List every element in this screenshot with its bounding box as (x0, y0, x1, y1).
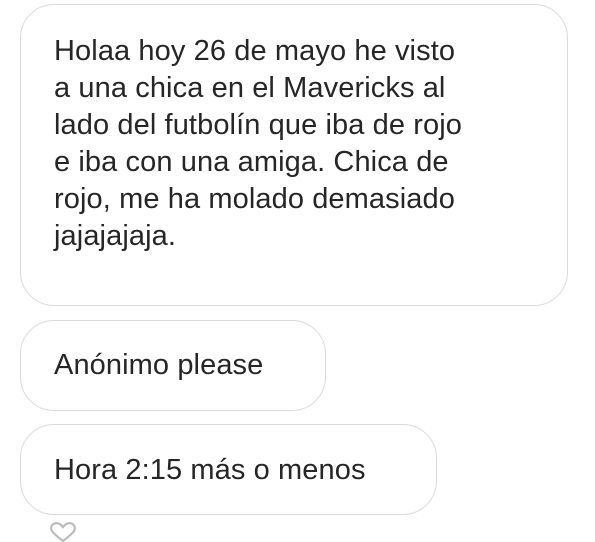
message-text-line: jajajajaja. (54, 220, 177, 252)
message-text-line: Holaa hoy 26 de mayo he visto (54, 35, 456, 67)
message-text-line: a una chica en el Mavericks al (54, 72, 446, 104)
message-bubble[interactable]: Holaa hoy 26 de mayo he visto a una chic… (20, 4, 568, 306)
message-bubble[interactable]: Hora 2:15 más o menos (20, 424, 437, 515)
message-bubble[interactable]: Anónimo please (20, 320, 326, 411)
heart-icon[interactable] (48, 522, 78, 542)
message-text-line: rojo, me ha molado demasiado (54, 183, 455, 215)
message-text-line: e iba con una amiga. Chica de (54, 146, 449, 178)
message-text: Anónimo please (54, 349, 264, 381)
message-text-line: lado del futbolín que iba de rojo (54, 109, 462, 141)
message-text: Hora 2:15 más o menos (54, 454, 366, 486)
